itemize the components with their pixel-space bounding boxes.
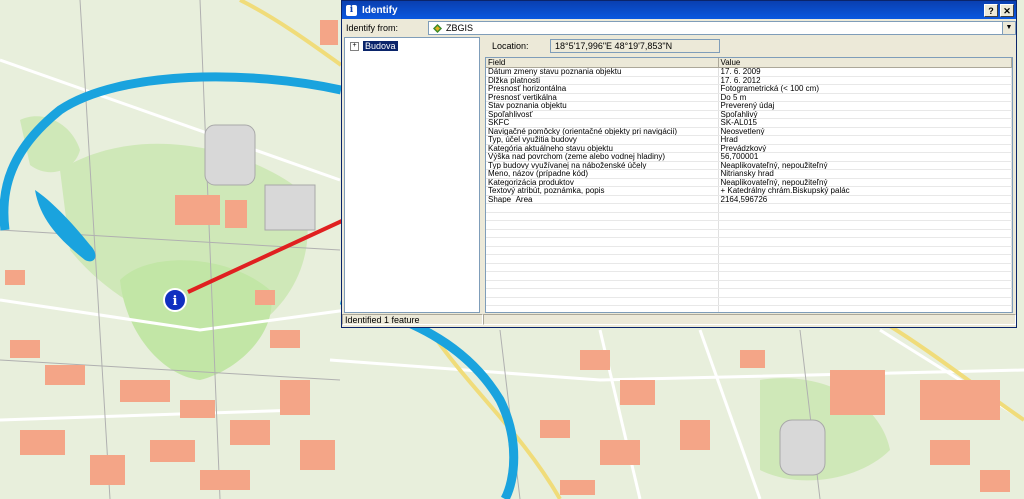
identify-from-label: Identify from:: [346, 23, 399, 33]
results-tree[interactable]: + Budova: [344, 37, 480, 313]
table-row[interactable]: Výška nad povrchom (zeme alebo vodnej hl…: [486, 152, 1012, 162]
empty-row: [486, 297, 1012, 306]
field-cell: Dĺžka platnosti: [486, 76, 719, 85]
value-cell: Hrad: [718, 135, 1012, 145]
identify-window[interactable]: i Identify ? ✕ Identify from: ZBGIS ▼ + …: [341, 0, 1017, 328]
value-cell: Preverený údaj: [718, 101, 1012, 111]
value-cell: Spoľahlivý: [718, 110, 1012, 119]
field-cell: Presnosť vertikálna: [486, 93, 719, 102]
expand-icon[interactable]: +: [350, 41, 359, 51]
status-bar: Identified 1 feature: [342, 314, 1016, 327]
tree-node-label[interactable]: Budova: [363, 41, 398, 51]
field-cell: Presnosť horizontálna: [486, 84, 719, 94]
location-label: Location:: [492, 41, 529, 51]
field-cell: Kategorizácia produktov: [486, 178, 719, 187]
title-bar[interactable]: i Identify ? ✕: [342, 1, 1016, 19]
value-cell: Fotogrametrická (< 100 cm): [718, 84, 1012, 94]
chevron-down-icon[interactable]: ▼: [1002, 22, 1015, 34]
value-cell: Neaplikovateľný, nepoužiteľný: [718, 161, 1012, 170]
value-cell: Neosvetlený: [718, 127, 1012, 136]
identify-marker-label: i: [173, 294, 178, 309]
table-row[interactable]: Presnosť horizontálna Fotogrametrická (< …: [486, 84, 1012, 94]
table-row[interactable]: Dĺžka platnosti 17. 6. 2012: [486, 76, 1012, 85]
field-cell: Výška nad povrchom (zeme alebo vodnej hl…: [486, 152, 719, 162]
status-text: Identified 1 feature: [342, 314, 483, 325]
window-title: Identify: [362, 4, 398, 16]
value-cell: 2164,596726: [718, 195, 1012, 204]
identify-from-row: Identify from: ZBGIS ▼: [342, 19, 1016, 37]
table-row[interactable]: Navigačné pomôcky (orientačné objekty pr…: [486, 127, 1012, 136]
table-row[interactable]: Presnosť vertikálna Do 5 m: [486, 93, 1012, 102]
value-cell: Prevádzkový: [718, 144, 1012, 153]
identify-from-select[interactable]: ZBGIS ▼: [428, 21, 1016, 35]
empty-row: [486, 254, 1012, 264]
value-cell: 17. 6. 2009: [718, 67, 1012, 77]
value-cell: Do 5 m: [718, 93, 1012, 102]
empty-row: [486, 246, 1012, 255]
empty-row: [486, 263, 1012, 272]
status-panel: [483, 314, 1016, 325]
help-button[interactable]: ?: [984, 3, 998, 17]
empty-row: [486, 220, 1012, 230]
tree-node-budova[interactable]: + Budova: [350, 41, 398, 51]
location-value: 18°5'17,996"E 48°19'7,853"N: [550, 39, 720, 53]
value-cell: SK-AL015: [718, 118, 1012, 128]
field-cell: Meno, názov (prípadne kód): [486, 169, 719, 179]
field-cell: Spoľahlivosť: [486, 110, 719, 119]
field-cell: Textový atribút, poznámka, popis: [486, 186, 719, 196]
field-column-header[interactable]: Field: [486, 58, 719, 68]
empty-row: [486, 203, 1012, 213]
empty-row: [486, 271, 1012, 281]
table-row[interactable]: Typ, účel využitia budovy Hrad: [486, 135, 1012, 145]
layer-icon: [433, 23, 442, 33]
table-row[interactable]: Stav poznania objektu Preverený údaj: [486, 101, 1012, 111]
field-cell: Shape_Area: [486, 195, 719, 204]
table-row[interactable]: Dátum zmeny stavu poznania objektu 17. 6.…: [486, 67, 1012, 77]
location-row: Location: 18°5'17,996"E 48°19'7,853"N: [484, 39, 1012, 53]
value-cell: 56,700001: [718, 152, 1012, 162]
field-cell: Dátum zmeny stavu poznania objektu: [486, 67, 719, 77]
table-row[interactable]: Textový atribút, poznámka, popis + Katedr…: [486, 186, 1012, 196]
table-row[interactable]: Kategorizácia produktov Neaplikovateľný, …: [486, 178, 1012, 187]
grid-header-row: Field Value: [486, 58, 1012, 68]
field-cell: SKFC: [486, 118, 719, 128]
attribute-grid[interactable]: Field Value Dátum zmeny stavu poznania o…: [485, 57, 1013, 313]
close-button[interactable]: ✕: [1000, 3, 1014, 17]
field-cell: Stav poznania objektu: [486, 101, 719, 111]
value-cell: Nitriansky hrad: [718, 169, 1012, 179]
table-row[interactable]: Kategória aktuálneho stavu objektu Prevád…: [486, 144, 1012, 153]
empty-row: [486, 237, 1012, 247]
table-row[interactable]: Meno, názov (prípadne kód) Nitriansky hra…: [486, 169, 1012, 179]
table-row[interactable]: Spoľahlivosť Spoľahlivý: [486, 110, 1012, 119]
field-cell: Kategória aktuálneho stavu objektu: [486, 144, 719, 153]
field-cell: Typ, účel využitia budovy: [486, 135, 719, 145]
table-row[interactable]: Typ budovy využívanej na náboženské účel…: [486, 161, 1012, 170]
empty-row: [486, 280, 1012, 289]
empty-row: [486, 305, 1012, 312]
value-cell: Neaplikovateľný, nepoužiteľný: [718, 178, 1012, 187]
value-column-header[interactable]: Value: [718, 58, 1012, 68]
identify-from-value: ZBGIS: [446, 23, 474, 33]
empty-row: [486, 288, 1012, 298]
table-row[interactable]: Shape_Area 2164,596726: [486, 195, 1012, 204]
field-cell: Navigačné pomôcky (orientačné objekty pr…: [486, 127, 719, 136]
empty-row: [486, 212, 1012, 221]
table-row[interactable]: SKFC SK-AL015: [486, 118, 1012, 128]
empty-row: [486, 229, 1012, 238]
field-cell: Typ budovy využívanej na náboženské účel…: [486, 161, 719, 170]
info-icon: i: [346, 4, 357, 16]
value-cell: + Katedrálny chrám.Biskupský palác: [718, 186, 1012, 196]
value-cell: 17. 6. 2012: [718, 76, 1012, 85]
